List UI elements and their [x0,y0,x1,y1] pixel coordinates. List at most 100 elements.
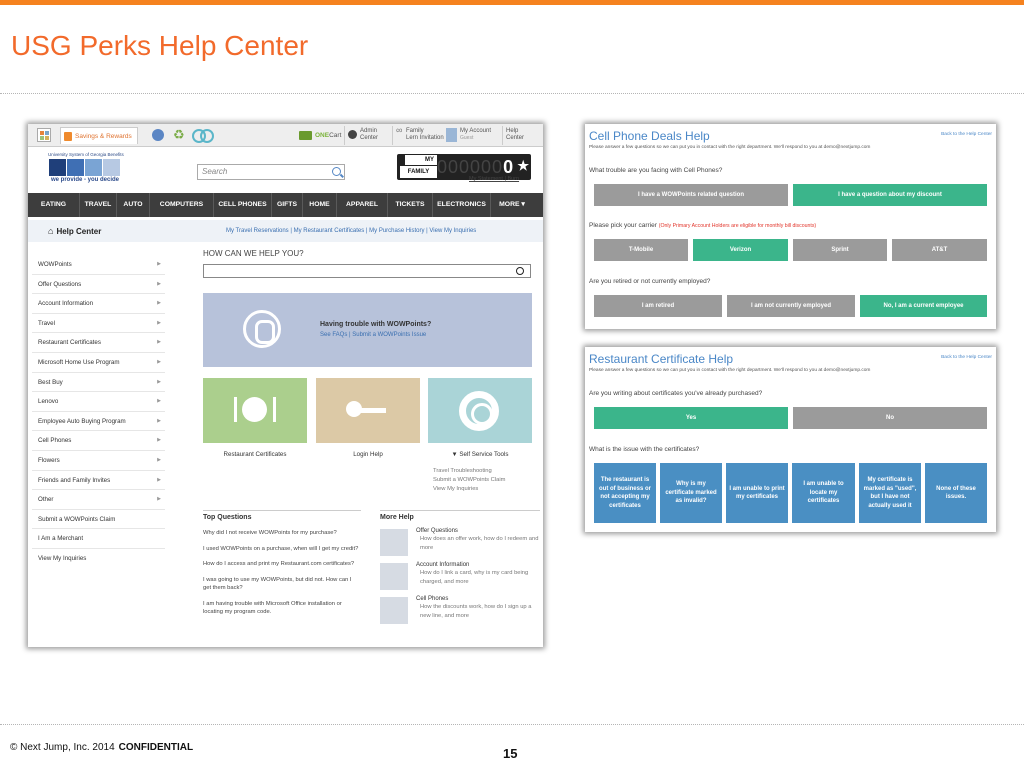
admin-center-link[interactable]: Admin Center [348,128,388,142]
plate-icon [242,397,267,422]
star-icon: ★ [517,158,529,173]
nav-auto[interactable]: AUTO [117,193,150,217]
footer-divider [0,724,1024,725]
nav-eating[interactable]: EATING [28,193,80,217]
carrier-sprint-button[interactable]: Sprint [793,239,887,261]
tag-icon [380,529,408,556]
nav-cell-phones[interactable]: CELL PHONES [214,193,272,217]
sidebar-item-best-buy[interactable]: Best Buy [32,373,165,393]
my-account-link[interactable]: My Account Guest [444,126,500,145]
restaurant-certificate-help-panel: Restaurant Certificate Help Back to the … [585,347,996,532]
cell-phone-help-panel: Cell Phone Deals Help Back to the Help C… [585,124,996,329]
slide-title: USG Perks Help Center [11,30,309,61]
question-link[interactable]: I am having trouble with Microsoft Offic… [203,600,361,617]
not-employed-button[interactable]: I am not currently employed [727,295,855,317]
sidebar-item-submit-claim[interactable]: Submit a WOWPoints Claim [32,510,165,530]
issue-unable-to-print-button[interactable]: I am unable to print my certificates [726,463,788,523]
nav-more[interactable]: MORE ▾ [491,193,533,217]
self-service-tile[interactable] [428,378,532,443]
discount-question-button[interactable]: I have a question about my discount [793,184,987,206]
question-link[interactable]: How do I access and print my Restaurant.… [203,560,361,569]
back-to-help-center-link[interactable]: Back to the Help Center [941,355,992,360]
sidebar-item-cell-phones[interactable]: Cell Phones [32,431,165,451]
nav-travel[interactable]: TRAVEL [80,193,117,217]
family-invitation-link[interactable]: FamilyLern Invitation [396,127,444,142]
carrier-tmobile-button[interactable]: T-Mobile [594,239,688,261]
self-service-list: Travel Troubleshooting Submit a WOWPoint… [433,468,506,492]
yes-button[interactable]: Yes [594,407,788,429]
burn-link[interactable]: Burn [507,176,519,182]
sidebar-item-restaurant-certificates[interactable]: Restaurant Certificates [32,333,165,353]
banner-links[interactable]: See FAQs | Submit a WOWPoints Issue [320,332,426,338]
sidebar-item-employee-auto-buying[interactable]: Employee Auto Buying Program [32,412,165,432]
how-can-we-help-heading: HOW CAN WE HELP YOU? [203,249,304,258]
issue-unable-to-locate-button[interactable]: I am unable to locate my certificates [792,463,855,523]
current-employee-button[interactable]: No, I am a current employee [860,295,987,317]
login-help-caption[interactable]: Login Help [316,451,420,458]
wowpoints-icon [243,310,281,348]
issue-marked-invalid-button[interactable]: Why is my certificate marked as invalid? [660,463,722,523]
footer-copyright: © Next Jump, Inc. 2014 CONFIDENTIAL [10,742,194,753]
nav-computers[interactable]: COMPUTERS [150,193,214,217]
sidebar-item-flowers[interactable]: Flowers [32,451,165,471]
sidebar-item-friends-family[interactable]: Friends and Family Invites [32,471,165,491]
help-center-links[interactable]: My Travel Reservations | My Restaurant C… [226,223,476,239]
onecart-link[interactable]: ONECart [299,128,341,143]
carrier-verizon-button[interactable]: Verizon [693,239,788,261]
search-input[interactable]: Search [197,164,345,180]
sidebar-item-travel[interactable]: Travel [32,314,165,334]
self-service-caption[interactable]: ▼ Self Service Tools [428,451,532,458]
nav-apparel[interactable]: APPAREL [337,193,388,217]
question-link[interactable]: I was going to use my WOWPoints, but did… [203,576,361,593]
savings-rewards-tab[interactable]: Savings & Rewards [60,127,138,144]
more-help-offer-questions[interactable]: Offer Questions How does an offer work, … [380,527,540,561]
help-center-link[interactable]: Help Center [506,128,540,142]
sidebar-item-microsoft-home-use[interactable]: Microsoft Home Use Program [32,353,165,373]
sidebar-item-lenovo[interactable]: Lenovo [32,392,165,412]
restaurant-panel-title: Restaurant Certificate Help [589,352,734,366]
wowpoints-banner: Having trouble with WOWPoints? See FAQs … [203,293,532,367]
question-link[interactable]: Why did I not receive WOWPoints for my p… [203,529,361,538]
more-help: More Help Offer Questions How does an of… [380,510,540,629]
title-divider [0,93,1024,94]
question-link[interactable]: I used WOWPoints on a purchase, when wil… [203,545,361,554]
help-center-screenshot: Savings & Rewards ♻ ONECart Admin Center … [28,124,543,647]
more-help-cell-phones[interactable]: Cell Phones How the discounts work, how … [380,595,540,629]
sidebar-item-merchant[interactable]: I Am a Merchant [32,529,165,549]
cell-panel-title: Cell Phone Deals Help [589,129,710,143]
back-to-help-center-link[interactable]: Back to the Help Center [941,132,992,137]
usg-logo[interactable]: University System of Georgia Benefits we… [48,152,128,190]
retired-button[interactable]: I am retired [594,295,722,317]
top-toolbar: Savings & Rewards ♻ ONECart Admin Center … [28,124,543,147]
apps-grid-icon[interactable] [37,128,51,142]
restaurant-certificates-caption[interactable]: Restaurant Certificates [203,451,307,458]
nav-tickets[interactable]: TICKETS [388,193,433,217]
search-icon[interactable] [332,167,341,176]
lifebuoy-icon [459,391,499,431]
more-help-account-information[interactable]: Account Information How do I link a card… [380,561,540,595]
sidebar-item-wowpoints[interactable]: WOWPoints [32,255,165,275]
globe-icon[interactable] [152,129,164,141]
nav-electronics[interactable]: ELECTRONICS [433,193,491,217]
no-button[interactable]: No [793,407,987,429]
sidebar-item-other[interactable]: Other [32,490,165,510]
help-center-title: Help Center [48,223,101,240]
wowpoints-question-button[interactable]: I have a WOWPoints related question [594,184,788,206]
issue-marked-used-button[interactable]: My certificate is marked as "used", but … [859,463,921,523]
link-rings-icon[interactable] [192,129,214,143]
restaurant-certificates-tile[interactable] [203,378,307,443]
phone-icon [380,597,408,624]
nav-home[interactable]: HOME [303,193,337,217]
help-search-input[interactable] [203,264,531,278]
my-statement-link[interactable]: My Statement [469,176,503,182]
recycle-icon[interactable]: ♻ [173,127,185,142]
issue-out-of-business-button[interactable]: The restaurant is out of business or not… [594,463,656,523]
help-sidebar: WOWPoints Offer Questions Account Inform… [32,255,165,569]
issue-none-button[interactable]: None of these issues. [925,463,987,523]
sidebar-item-offer-questions[interactable]: Offer Questions [32,275,165,295]
login-help-tile[interactable] [316,378,420,443]
nav-gifts[interactable]: GIFTS [272,193,303,217]
sidebar-item-view-inquiries[interactable]: View My Inquiries [32,549,165,569]
sidebar-item-account-information[interactable]: Account Information [32,294,165,314]
carrier-att-button[interactable]: AT&T [892,239,987,261]
